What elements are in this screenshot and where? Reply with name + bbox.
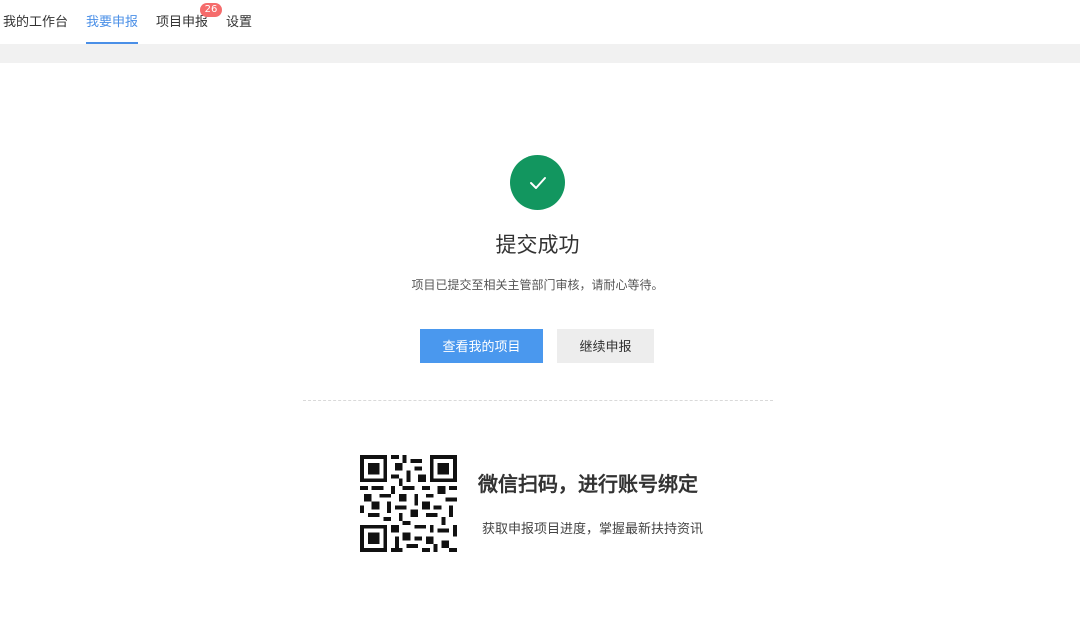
result-title: 提交成功 bbox=[495, 233, 580, 257]
result-description: 项目已提交至相关主管部门审核，请耐心等待。 bbox=[411, 278, 664, 292]
view-my-projects-button[interactable]: 查看我的项目 bbox=[420, 329, 543, 363]
success-badge bbox=[510, 155, 565, 210]
header-separator-bar bbox=[0, 44, 1080, 63]
tab-settings[interactable]: 设置 bbox=[226, 14, 252, 32]
section-divider bbox=[303, 400, 773, 401]
tab-apply[interactable]: 我要申报 bbox=[86, 14, 138, 32]
tab-my-workbench[interactable]: 我的工作台 bbox=[3, 14, 68, 32]
wechat-bind-description: 获取申报项目进度，掌握最新扶持资讯 bbox=[482, 522, 704, 537]
notification-badge: 26 bbox=[200, 3, 222, 17]
wechat-bind-title: 微信扫码，进行账号绑定 bbox=[478, 472, 698, 496]
wechat-qr-code-icon bbox=[360, 455, 457, 552]
continue-apply-button[interactable]: 继续申报 bbox=[557, 329, 654, 363]
top-navigation: 我的工作台 我要申报 项目申报 26 设置 bbox=[0, 0, 1080, 44]
tab-project-apply[interactable]: 项目申报 bbox=[156, 14, 208, 32]
check-icon bbox=[529, 176, 546, 189]
